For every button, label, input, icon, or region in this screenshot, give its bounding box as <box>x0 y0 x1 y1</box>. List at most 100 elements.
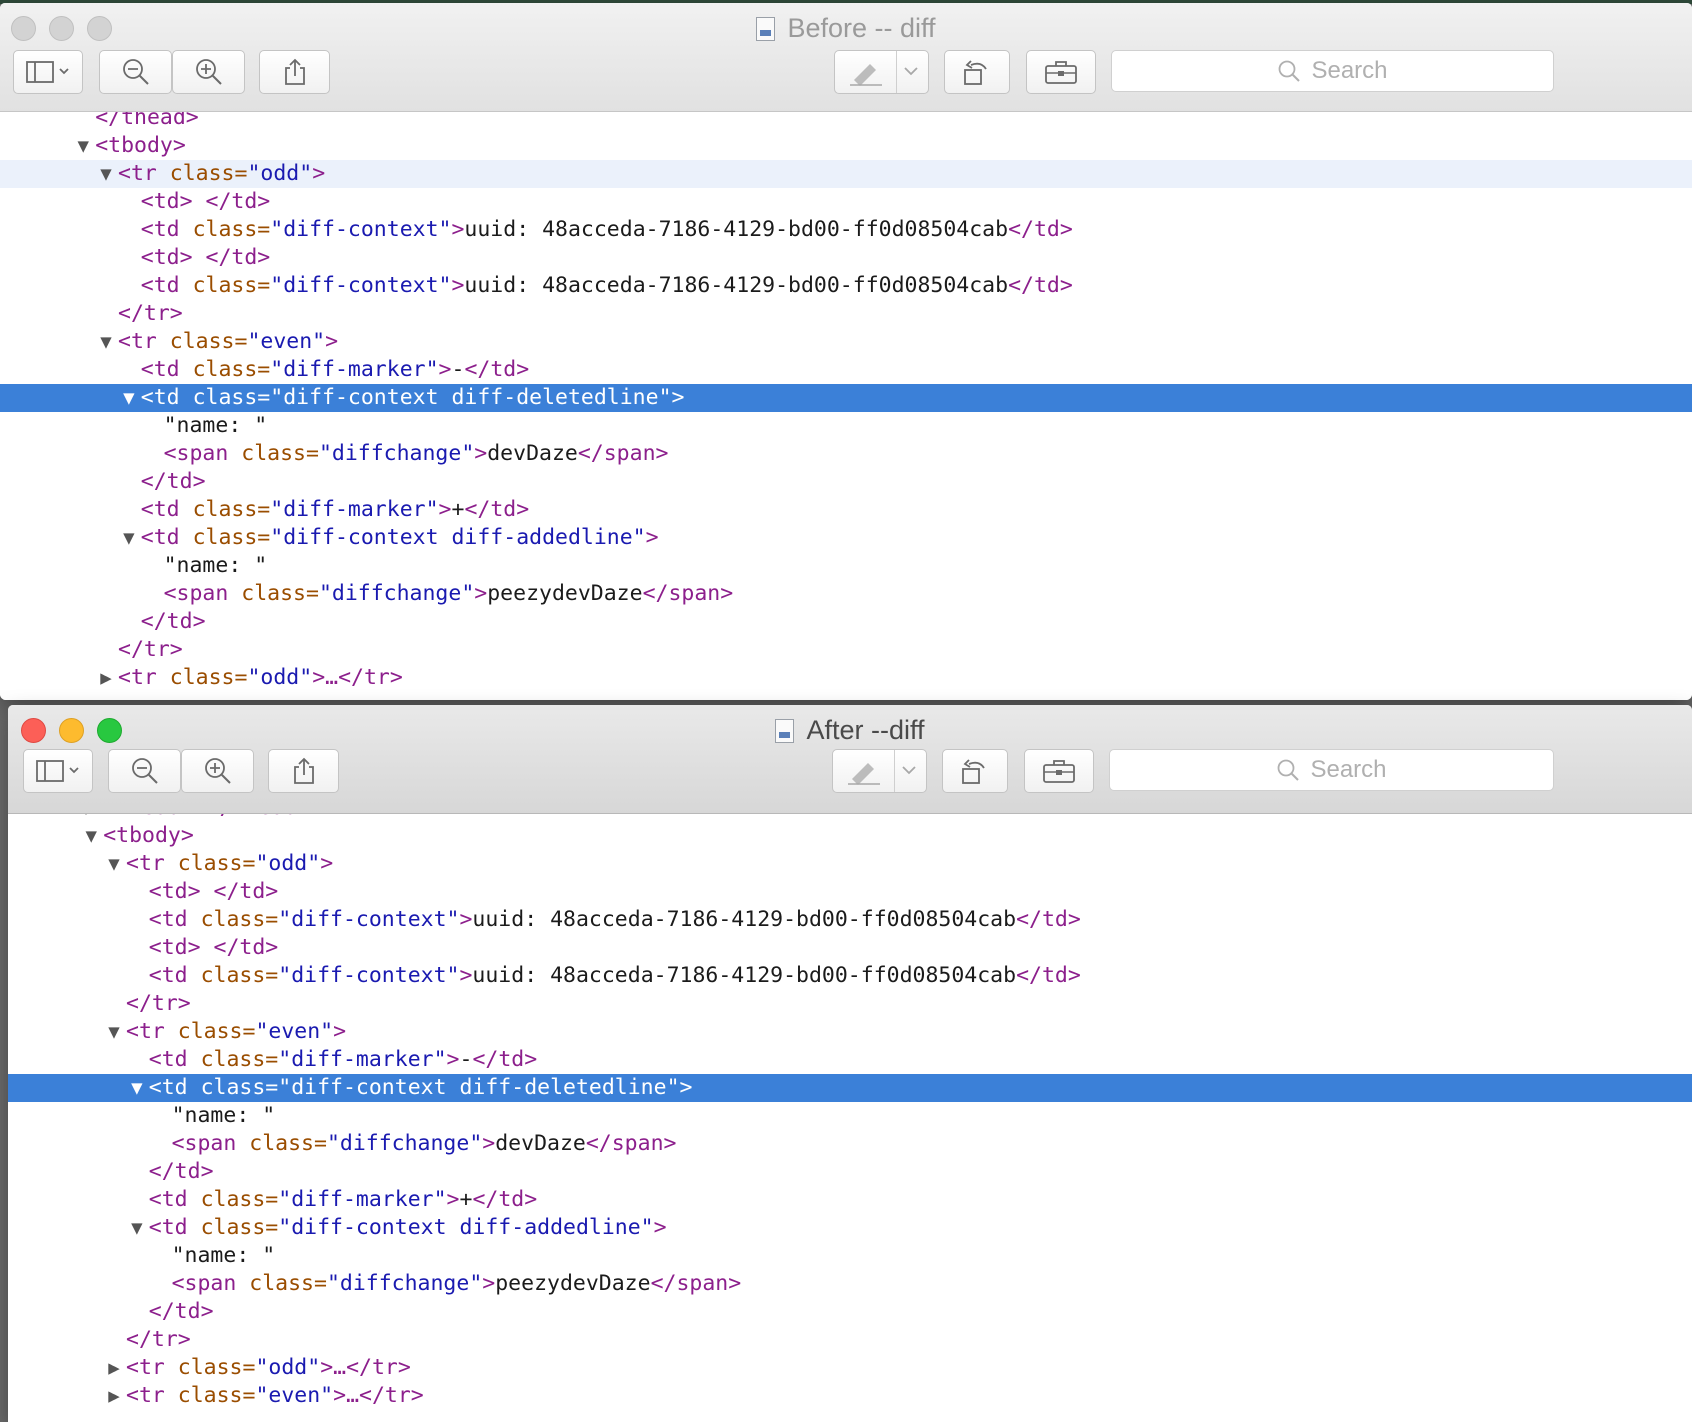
dom-node[interactable]: ▼ <tr class="even"> <box>0 328 1692 356</box>
disclosure-collapsed-icon[interactable]: ▶ <box>96 664 116 692</box>
dom-node[interactable]: </tr> <box>0 636 1692 664</box>
token: + <box>459 1187 473 1212</box>
rotate-button[interactable] <box>944 50 1010 94</box>
dom-node[interactable]: "name: " <box>8 1242 1692 1270</box>
dom-node-selected[interactable]: ▼ <td class="diff-context diff-deletedlin… <box>8 1074 1692 1102</box>
dom-node[interactable]: <span class="diffchange">devDaze</span> <box>8 1130 1692 1158</box>
dom-node[interactable]: ▶ <tr class="even">…</tr> <box>8 1382 1692 1410</box>
share-button[interactable] <box>268 749 339 793</box>
disclosure-expanded-icon[interactable]: ▼ <box>73 132 93 160</box>
dom-node[interactable]: </tr> <box>8 1326 1692 1354</box>
dom-node[interactable]: </td> <box>0 608 1692 636</box>
dom-node-text: <td class="diff-context">uuid: 48acceda-… <box>149 906 1081 934</box>
dom-node[interactable]: ▼ <tr class="odd"> <box>8 850 1692 878</box>
disclosure-expanded-icon[interactable]: ▼ <box>104 1018 124 1046</box>
dom-node[interactable]: "name: " <box>0 552 1692 580</box>
dom-node[interactable]: ▼ <tr class="odd"> <box>0 160 1692 188</box>
dom-node[interactable]: ▼ <td class="diff-context diff-addedline"… <box>8 1214 1692 1242</box>
disclosure-collapsed-icon[interactable]: ▶ <box>81 814 101 822</box>
token: <tr <box>126 1019 178 1044</box>
dom-node-text: <td class="diff-context diff-deletedline… <box>141 384 685 412</box>
dom-node[interactable]: <span class="diffchange">peezydevDaze</s… <box>0 580 1692 608</box>
dom-node[interactable]: <td> </td> <box>0 188 1692 216</box>
disclosure-expanded-icon[interactable]: ▼ <box>96 160 116 188</box>
token: class= <box>200 1215 279 1240</box>
dom-node-text: <td class="diff-context">uuid: 48acceda-… <box>141 216 1073 244</box>
dom-node[interactable]: <td> </td> <box>8 934 1692 962</box>
share-button[interactable] <box>259 50 330 94</box>
sidebar-button[interactable] <box>13 50 83 94</box>
disclosure-expanded-icon[interactable]: ▼ <box>127 1214 147 1242</box>
disclosure-expanded-icon[interactable]: ▼ <box>119 384 139 412</box>
token: <td> </td> <box>148 935 279 960</box>
dom-node[interactable]: <td class="diff-marker">+</td> <box>0 496 1692 524</box>
dom-node[interactable]: </td> <box>0 468 1692 496</box>
disclosure-collapsed-icon[interactable]: ▶ <box>104 1354 124 1382</box>
markup-button[interactable] <box>832 749 927 793</box>
disclosure-collapsed-icon[interactable]: ▶ <box>104 1382 124 1410</box>
zoom-out-button[interactable] <box>99 50 172 94</box>
zoom-out-button[interactable] <box>108 749 181 793</box>
dom-inspector-pane[interactable]: ▶<thead>…</thead>▼<tbody>▼<tr class="odd… <box>8 814 1692 1422</box>
dom-node-text: </thead> <box>95 112 199 132</box>
token: </td> <box>472 1187 538 1212</box>
token: devDaze <box>495 1131 586 1156</box>
token: <tr <box>126 851 178 876</box>
dom-node[interactable]: ▼ <tbody> <box>0 132 1692 160</box>
dom-node[interactable]: "name: " <box>8 1102 1692 1130</box>
token: </span> <box>642 581 734 606</box>
token: + <box>451 497 465 522</box>
dom-node[interactable]: ▼ <td class="diff-context diff-addedline"… <box>0 524 1692 552</box>
dom-node[interactable]: </tr> <box>8 990 1692 1018</box>
disclosure-expanded-icon[interactable]: ▼ <box>119 524 139 552</box>
dom-node[interactable]: ▶<thead>…</thead> <box>8 814 1692 822</box>
dom-node-text: <tr class="odd">…</tr> <box>126 1354 411 1382</box>
disclosure-expanded-icon[interactable]: ▼ <box>104 850 124 878</box>
token: uuid: 48acceda-7186-4129-bd00-ff0d08504c… <box>464 273 1009 298</box>
token: class= <box>200 1187 279 1212</box>
markup-button[interactable] <box>834 50 929 94</box>
disclosure-expanded-icon[interactable]: ▼ <box>81 822 101 850</box>
dom-node[interactable]: <td> </td> <box>8 878 1692 906</box>
dom-node[interactable]: <span class="diffchange">devDaze</span> <box>0 440 1692 468</box>
toolbox-button[interactable] <box>1024 749 1094 793</box>
search-field[interactable]: Search <box>1109 749 1554 791</box>
rotate-button[interactable] <box>942 749 1008 793</box>
search-field[interactable]: Search <box>1111 50 1554 92</box>
dom-node-selected[interactable]: ▼ <td class="diff-context diff-deletedlin… <box>0 384 1692 412</box>
search-icon <box>1277 59 1301 83</box>
dom-node[interactable]: <td> </td> <box>0 244 1692 272</box>
disclosure-expanded-icon[interactable]: ▼ <box>127 1074 147 1102</box>
dom-node[interactable]: ▶ <tr class="odd">…</tr> <box>8 1354 1692 1382</box>
dom-node[interactable]: ▼ <tr class="even"> <box>8 1018 1692 1046</box>
disclosure-expanded-icon[interactable]: ▼ <box>96 328 116 356</box>
dom-node-text: <tbody> <box>103 822 194 850</box>
token: class= <box>192 217 271 242</box>
dom-node[interactable]: </tr> <box>0 300 1692 328</box>
token: </tr> <box>126 1327 191 1352</box>
dom-node[interactable]: ▶ <tr class="odd">…</tr> <box>0 664 1692 692</box>
dom-node[interactable]: <td class="diff-context">uuid: 48acceda-… <box>0 272 1692 300</box>
dom-node[interactable]: "name: " <box>0 412 1692 440</box>
dom-node[interactable]: ▼ <tbody> <box>8 822 1692 850</box>
zoom-in-button[interactable] <box>181 749 254 793</box>
dom-node[interactable]: <td class="diff-context">uuid: 48acceda-… <box>8 906 1692 934</box>
dom-node[interactable]: <span class="diffchange">peezydevDaze</s… <box>8 1270 1692 1298</box>
dom-node[interactable]: </thead> <box>0 112 1692 132</box>
dom-node[interactable]: <td class="diff-marker">+</td> <box>8 1186 1692 1214</box>
dom-node[interactable]: </td> <box>8 1158 1692 1186</box>
token: "odd" <box>255 851 321 876</box>
zoom-in-button[interactable] <box>172 50 245 94</box>
sidebar-button[interactable] <box>23 749 93 793</box>
dom-node[interactable]: <td class="diff-marker">-</td> <box>8 1046 1692 1074</box>
toolbox-button[interactable] <box>1026 50 1096 94</box>
dom-node[interactable]: </td> <box>8 1298 1692 1326</box>
token: <td <box>140 525 193 550</box>
token: > <box>438 357 452 382</box>
dom-node[interactable]: <td class="diff-context">uuid: 48acceda-… <box>0 216 1692 244</box>
dom-inspector-pane[interactable]: </thead> ▼ <tbody> ▼ <tr class="odd"> <td> </… <box>0 112 1692 700</box>
token: <tr <box>118 161 170 186</box>
dom-node[interactable]: <td class="diff-marker">-</td> <box>0 356 1692 384</box>
token: class= <box>169 665 248 690</box>
dom-node[interactable]: <td class="diff-context">uuid: 48acceda-… <box>8 962 1692 990</box>
